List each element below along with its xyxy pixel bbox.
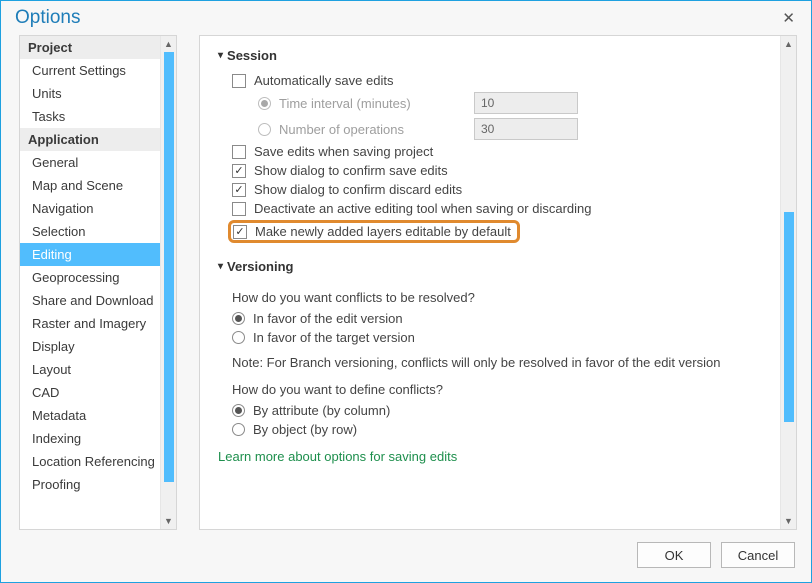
category-header: Application xyxy=(20,128,160,151)
row-deactivate: Deactivate an active editing tool when s… xyxy=(218,199,772,218)
radio-num-ops[interactable] xyxy=(258,123,271,136)
row-save-on-project: Save edits when saving project xyxy=(218,142,772,161)
radio-target-version[interactable] xyxy=(232,331,245,344)
learn-more-link[interactable]: Learn more about options for saving edit… xyxy=(218,439,772,464)
scroll-down-icon[interactable]: ▼ xyxy=(161,513,176,529)
radio-time-interval[interactable] xyxy=(258,97,271,110)
sidebar-item-raster-and-imagery[interactable]: Raster and Imagery xyxy=(20,312,160,335)
row-target-version: In favor of the target version xyxy=(218,328,772,347)
sidebar-item-layout[interactable]: Layout xyxy=(20,358,160,381)
sidebar-item-map-and-scene[interactable]: Map and Scene xyxy=(20,174,160,197)
radio-by-object[interactable] xyxy=(232,423,245,436)
label-time-interval: Time interval (minutes) xyxy=(279,96,411,111)
checkbox-deactivate[interactable] xyxy=(232,202,246,216)
row-by-attribute: By attribute (by column) xyxy=(218,401,772,420)
branch-versioning-note: Note: For Branch versioning, conflicts w… xyxy=(218,347,772,374)
sidebar-scrollbar[interactable]: ▲ ▼ xyxy=(160,36,176,529)
input-num-ops[interactable] xyxy=(474,118,578,140)
section-session[interactable]: ▾ Session xyxy=(218,44,772,71)
label-deactivate: Deactivate an active editing tool when s… xyxy=(254,201,591,216)
scroll-down-icon[interactable]: ▼ xyxy=(781,513,796,529)
sidebar-item-cad[interactable]: CAD xyxy=(20,381,160,404)
label-save-on-project: Save edits when saving project xyxy=(254,144,433,159)
settings-panel: ▾ Session Automatically save edits Time … xyxy=(199,35,797,530)
sidebar-item-indexing[interactable]: Indexing xyxy=(20,427,160,450)
row-confirm-save: Show dialog to confirm save edits xyxy=(218,161,772,180)
checkbox-new-layers[interactable] xyxy=(233,225,247,239)
options-dialog: Options ✕ ProjectCurrent SettingsUnitsTa… xyxy=(0,0,812,583)
label-confirm-discard: Show dialog to confirm discard edits xyxy=(254,182,462,197)
scroll-up-icon[interactable]: ▲ xyxy=(781,36,796,52)
label-confirm-save: Show dialog to confirm save edits xyxy=(254,163,448,178)
category-sidebar: ProjectCurrent SettingsUnitsTasksApplica… xyxy=(19,35,177,530)
sidebar-content: ProjectCurrent SettingsUnitsTasksApplica… xyxy=(20,36,160,529)
sidebar-item-editing[interactable]: Editing xyxy=(20,243,160,266)
highlight-new-layers: Make newly added layers editable by defa… xyxy=(228,220,520,243)
cancel-button[interactable]: Cancel xyxy=(721,542,795,568)
radio-by-attribute[interactable] xyxy=(232,404,245,417)
checkbox-confirm-save[interactable] xyxy=(232,164,246,178)
sidebar-item-metadata[interactable]: Metadata xyxy=(20,404,160,427)
section-versioning[interactable]: ▾ Versioning xyxy=(218,245,772,282)
sidebar-item-units[interactable]: Units xyxy=(20,82,160,105)
sidebar-item-geoprocessing[interactable]: Geoprocessing xyxy=(20,266,160,289)
row-by-object: By object (by row) xyxy=(218,420,772,439)
sidebar-scroll-thumb[interactable] xyxy=(164,52,174,482)
label-by-attribute: By attribute (by column) xyxy=(253,403,390,418)
dialog-title: Options xyxy=(15,7,80,29)
row-edit-version: In favor of the edit version xyxy=(218,309,772,328)
close-icon[interactable]: ✕ xyxy=(776,7,801,29)
input-time-interval[interactable] xyxy=(474,92,578,114)
question-conflicts-define: How do you want to define conflicts? xyxy=(218,374,772,401)
sidebar-item-tasks[interactable]: Tasks xyxy=(20,105,160,128)
question-conflicts-resolve: How do you want conflicts to be resolved… xyxy=(218,282,772,309)
dialog-footer: OK Cancel xyxy=(1,530,811,582)
label-new-layers: Make newly added layers editable by defa… xyxy=(255,224,511,239)
label-edit-version: In favor of the edit version xyxy=(253,311,403,326)
settings-content: ▾ Session Automatically save edits Time … xyxy=(200,36,780,529)
checkbox-autosave[interactable] xyxy=(232,74,246,88)
dialog-body: ProjectCurrent SettingsUnitsTasksApplica… xyxy=(1,35,811,530)
content-scrollbar[interactable]: ▲ ▼ xyxy=(780,36,796,529)
row-autosave: Automatically save edits xyxy=(218,71,772,90)
label-by-object: By object (by row) xyxy=(253,422,357,437)
label-target-version: In favor of the target version xyxy=(253,330,415,345)
label-num-ops: Number of operations xyxy=(279,122,404,137)
sidebar-item-selection[interactable]: Selection xyxy=(20,220,160,243)
ok-button[interactable]: OK xyxy=(637,542,711,568)
sidebar-item-proofing[interactable]: Proofing xyxy=(20,473,160,496)
label-autosave: Automatically save edits xyxy=(254,73,393,88)
scroll-up-icon[interactable]: ▲ xyxy=(161,36,176,52)
sidebar-item-current-settings[interactable]: Current Settings xyxy=(20,59,160,82)
row-confirm-discard: Show dialog to confirm discard edits xyxy=(218,180,772,199)
sidebar-item-share-and-download[interactable]: Share and Download xyxy=(20,289,160,312)
sidebar-item-navigation[interactable]: Navigation xyxy=(20,197,160,220)
checkbox-confirm-discard[interactable] xyxy=(232,183,246,197)
chevron-down-icon: ▾ xyxy=(218,261,223,272)
titlebar: Options ✕ xyxy=(1,1,811,35)
row-ops: Number of operations xyxy=(218,116,772,142)
content-scroll-thumb[interactable] xyxy=(784,212,794,422)
category-header: Project xyxy=(20,36,160,59)
checkbox-save-on-project[interactable] xyxy=(232,145,246,159)
chevron-down-icon: ▾ xyxy=(218,50,223,61)
sidebar-item-location-referencing[interactable]: Location Referencing xyxy=(20,450,160,473)
radio-edit-version[interactable] xyxy=(232,312,245,325)
sidebar-item-display[interactable]: Display xyxy=(20,335,160,358)
sidebar-item-general[interactable]: General xyxy=(20,151,160,174)
row-interval: Time interval (minutes) xyxy=(218,90,772,116)
